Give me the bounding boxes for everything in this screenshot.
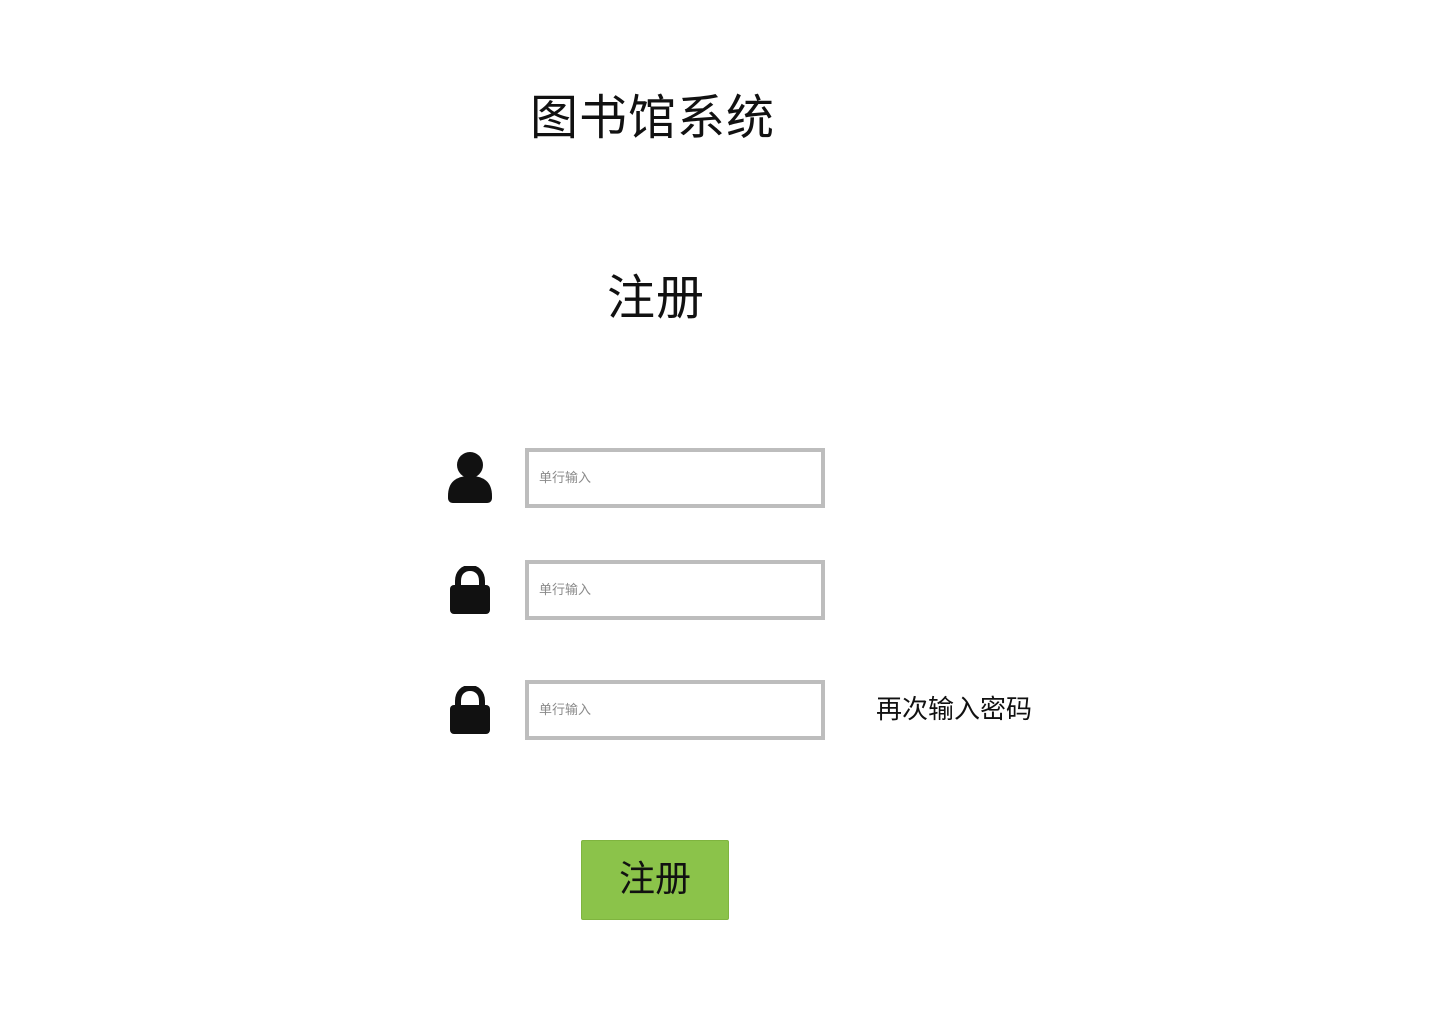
lock-icon bbox=[445, 560, 495, 620]
user-icon bbox=[445, 448, 495, 508]
confirm-password-row: 再次输入密码 bbox=[445, 680, 1145, 740]
username-input[interactable] bbox=[525, 448, 825, 508]
password-input[interactable] bbox=[525, 560, 825, 620]
app-title: 图书馆系统 bbox=[530, 90, 776, 146]
confirm-password-input[interactable] bbox=[525, 680, 825, 740]
page-title: 注册 bbox=[607, 270, 706, 326]
register-page: 图书馆系统 注册 再次输入密码 注册 bbox=[0, 0, 1440, 1024]
register-button[interactable]: 注册 bbox=[581, 840, 729, 920]
username-row bbox=[445, 448, 1145, 508]
confirm-password-hint: 再次输入密码 bbox=[876, 695, 1033, 725]
password-row bbox=[445, 560, 1145, 620]
lock-icon bbox=[445, 680, 495, 740]
